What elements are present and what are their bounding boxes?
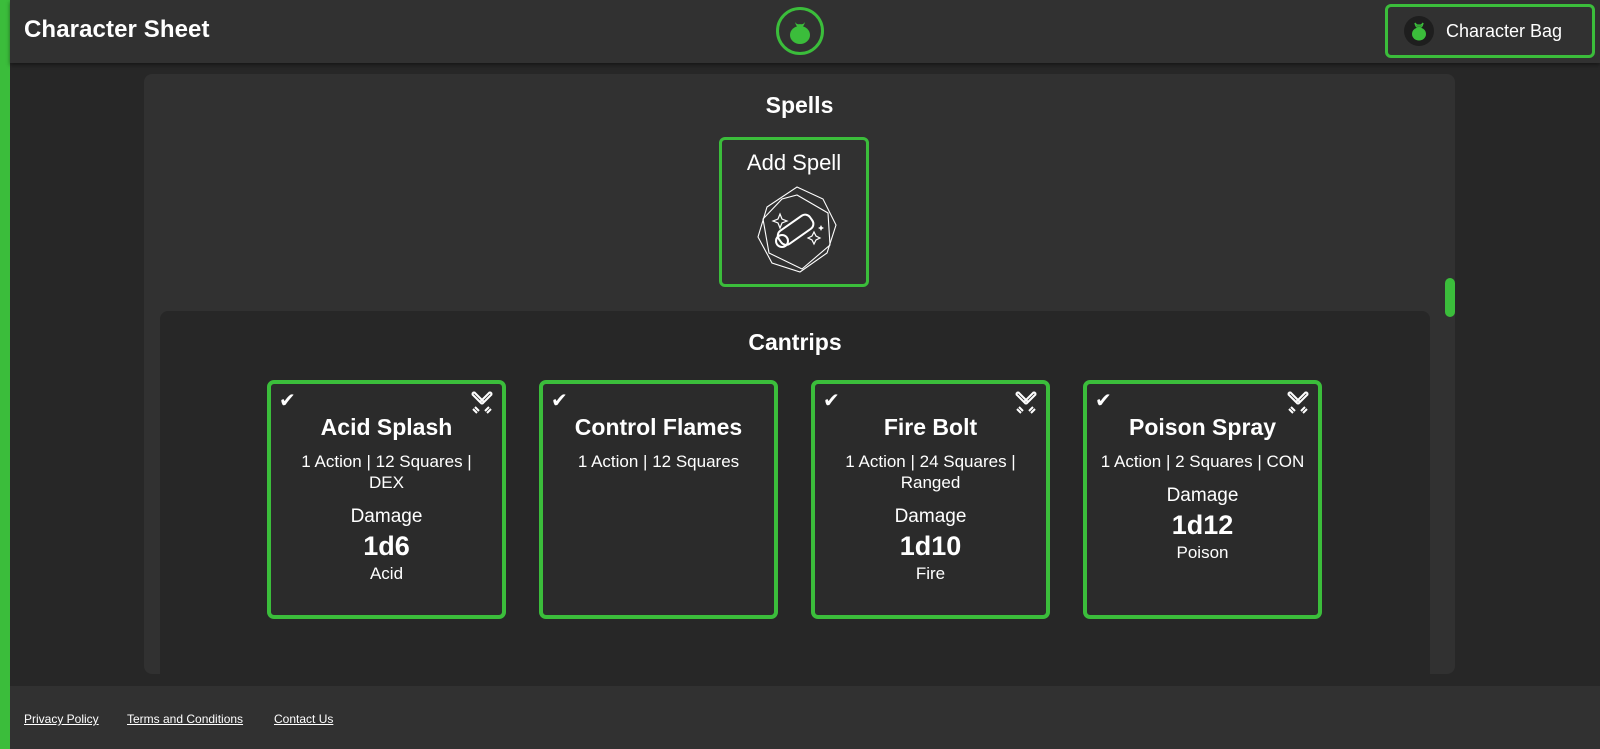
damage-type: Fire [915, 564, 946, 583]
damage-label: Damage [1166, 485, 1239, 506]
damage-block: Damage 1d6 Acid [271, 506, 502, 584]
spell-meta: 1 Action | 2 Squares | CON [1100, 452, 1305, 471]
prepared-check-icon[interactable]: ✔ [551, 388, 568, 413]
spell-meta: 1 Action | 12 Squares [577, 452, 740, 471]
damage-value: 1d10 [899, 531, 962, 561]
spell-card-poison-spray[interactable]: ✔ Poison Spray 1 Action | 2 Squares | CO… [1083, 380, 1322, 619]
privacy-policy-link[interactable]: Privacy Policy [24, 712, 99, 726]
spell-name: Fire Bolt [883, 414, 978, 440]
damage-value: 1d12 [1171, 510, 1234, 540]
app-logo[interactable] [776, 7, 824, 55]
cantrips-heading: Cantrips [748, 329, 842, 355]
prepared-check-icon[interactable]: ✔ [1095, 388, 1112, 413]
terms-link[interactable]: Terms and Conditions [127, 712, 243, 726]
page-footer: Privacy Policy Terms and Conditions Cont… [10, 686, 1600, 749]
crossed-swords-icon [471, 391, 493, 414]
damage-block: Damage 1d10 Fire [815, 506, 1046, 584]
spell-name: Acid Splash [320, 414, 453, 440]
crossed-swords-icon [1287, 391, 1309, 414]
prepared-check-icon[interactable]: ✔ [279, 388, 296, 413]
damage-label: Damage [894, 506, 967, 527]
left-accent-bar [0, 0, 10, 749]
add-spell-label: Add Spell [746, 150, 842, 175]
contact-us-link[interactable]: Contact Us [274, 712, 333, 726]
character-bag-label: Character Bag [1446, 20, 1563, 41]
prepared-check-icon[interactable]: ✔ [823, 388, 840, 413]
add-spell-button[interactable]: Add Spell [719, 137, 869, 287]
page-title: Character Sheet [24, 16, 210, 43]
character-bag-button[interactable]: Character Bag [1385, 4, 1595, 58]
spell-name: Control Flames [574, 414, 743, 440]
top-header: Character Sheet Character Bag [10, 0, 1600, 63]
damage-type: Acid [369, 564, 404, 583]
spells-heading: Spells [765, 92, 834, 118]
crossed-swords-icon [1015, 391, 1037, 414]
damage-block: Damage 1d12 Poison [1087, 485, 1318, 563]
spell-meta: 1 Action | 12 Squares | DEX [301, 452, 472, 492]
bag-icon [1404, 16, 1434, 46]
spell-card-acid-splash[interactable]: ✔ Acid Splash 1 Action | 12 Squares | DE… [267, 380, 506, 619]
damage-label: Damage [350, 506, 423, 527]
spell-card-fire-bolt[interactable]: ✔ Fire Bolt 1 Action | 24 Squares | Rang… [811, 380, 1050, 619]
scrollbar-thumb[interactable] [1445, 278, 1455, 317]
spell-name: Poison Spray [1129, 414, 1276, 440]
damage-value: 1d6 [363, 531, 410, 561]
spell-meta: 1 Action | 24 Squares | Ranged [845, 452, 1016, 492]
scroll-sparkle-icon [757, 186, 837, 273]
cantrips-panel: Cantrips ✔ Acid Splash 1 Action | 12 Squ… [160, 311, 1430, 674]
damage-type: Poison [1176, 543, 1229, 562]
apple-bag-icon [790, 22, 810, 44]
spell-card-control-flames[interactable]: ✔ Control Flames 1 Action | 12 Squares [539, 380, 778, 619]
